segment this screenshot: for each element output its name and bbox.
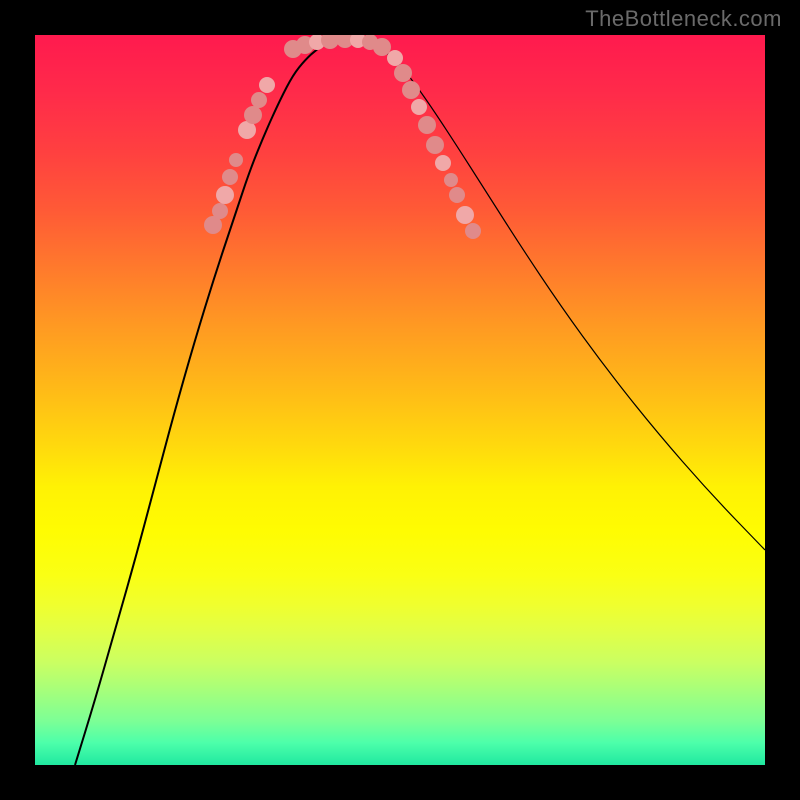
scatter-point (222, 169, 238, 185)
scatter-point (259, 77, 275, 93)
left-curve-line (75, 37, 343, 765)
scatter-point (387, 50, 403, 66)
scatter-point (411, 99, 427, 115)
scatter-point (426, 136, 444, 154)
scatter-points (204, 35, 481, 239)
scatter-point (373, 38, 391, 56)
watermark-text: TheBottleneck.com (585, 6, 782, 32)
scatter-point (465, 223, 481, 239)
scatter-point (435, 155, 451, 171)
scatter-point (216, 186, 234, 204)
scatter-point (229, 153, 243, 167)
scatter-point (394, 64, 412, 82)
chart-svg (35, 35, 765, 765)
scatter-point (212, 203, 228, 219)
scatter-point (456, 206, 474, 224)
right-curve-line (353, 37, 765, 550)
scatter-point (418, 116, 436, 134)
scatter-point (251, 92, 267, 108)
scatter-point (402, 81, 420, 99)
scatter-point (449, 187, 465, 203)
chart-plot-area (35, 35, 765, 765)
scatter-point (244, 106, 262, 124)
scatter-point (444, 173, 458, 187)
